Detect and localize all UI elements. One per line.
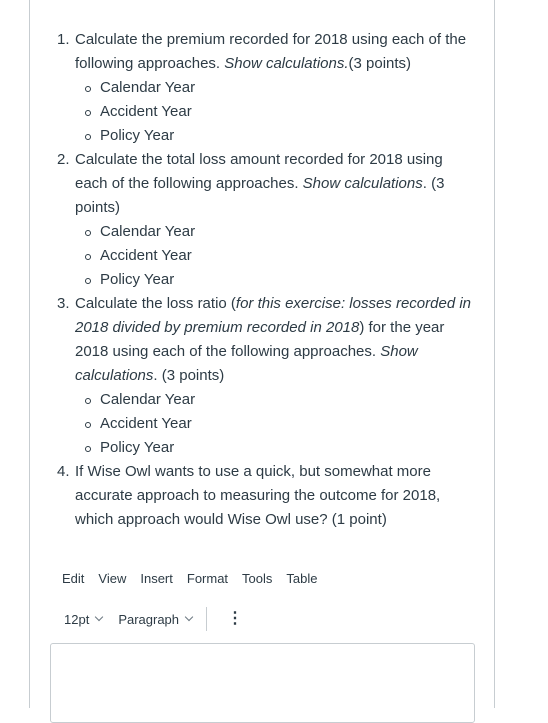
menu-edit[interactable]: Edit (62, 571, 84, 586)
approach-list: Calendar Year Accident Year Policy Year (75, 388, 477, 460)
approach-item: Calendar Year (85, 76, 477, 100)
question-number: 1. (57, 31, 70, 48)
font-size-select[interactable]: 12pt (64, 611, 104, 627)
question-emphasis: Show calculations (302, 175, 423, 192)
question-number: 3. (57, 295, 70, 312)
kebab-icon[interactable]: ⋮ (227, 611, 243, 627)
menu-view[interactable]: View (98, 571, 126, 586)
menu-table[interactable]: Table (286, 571, 317, 586)
chevron-down-icon (95, 612, 104, 622)
approach-list: Calendar Year Accident Year Policy Year (75, 76, 477, 148)
menu-insert[interactable]: Insert (140, 571, 173, 586)
question-emphasis: Show calculations. (224, 55, 349, 72)
question-4: 4. If Wise Owl wants to use a quick, but… (57, 460, 477, 532)
block-format-select[interactable]: Paragraph (118, 611, 194, 627)
answer-editor[interactable] (50, 643, 475, 723)
approach-item: Calendar Year (85, 388, 477, 412)
question-text: If Wise Owl wants to use a quick, but so… (75, 463, 441, 528)
question-list: 1. Calculate the premium recorded for 20… (57, 28, 477, 532)
approach-item: Policy Year (85, 436, 477, 460)
toolbar-divider (206, 607, 208, 631)
approach-item: Accident Year (85, 412, 477, 436)
editor-menubar: Edit View Insert Format Tools Table (62, 571, 331, 586)
approach-item: Calendar Year (85, 220, 477, 244)
question-1: 1. Calculate the premium recorded for 20… (57, 28, 477, 148)
approach-item: Policy Year (85, 268, 477, 292)
question-text: Calculate the loss ratio ( (75, 295, 236, 312)
question-points: (3 points) (348, 55, 412, 72)
approach-item: Accident Year (85, 244, 477, 268)
menu-tools[interactable]: Tools (242, 571, 272, 586)
menu-format[interactable]: Format (187, 571, 228, 586)
approach-item: Policy Year (85, 124, 477, 148)
question-number: 2. (57, 151, 70, 168)
question-number: 4. (57, 463, 70, 480)
block-format-value: Paragraph (118, 611, 180, 627)
question-2: 2. Calculate the total loss amount recor… (57, 148, 477, 292)
approach-list: Calendar Year Accident Year Policy Year (75, 220, 477, 292)
chevron-down-icon (184, 612, 194, 622)
font-size-value: 12pt (64, 611, 90, 627)
approach-item: Accident Year (85, 100, 477, 124)
question-points: . (3 points) (153, 367, 225, 384)
question-3: 3. Calculate the loss ratio (for this ex… (57, 292, 477, 460)
editor-toolbar: 12pt Paragraph ⋮ (64, 607, 243, 631)
